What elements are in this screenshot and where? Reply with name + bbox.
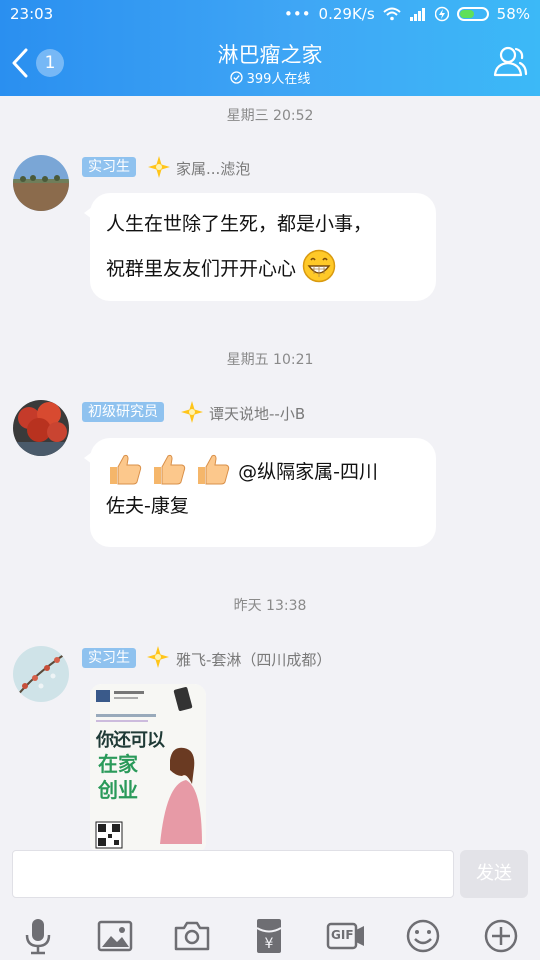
member-title-badge: 实习生 [82,648,136,668]
gif-icon[interactable]: GIF [326,916,366,956]
emoji-icon[interactable] [403,916,443,956]
avatar[interactable] [13,155,69,211]
mic-icon[interactable] [18,916,58,956]
message-text-line-2: 祝群里友友们开开心心 [106,249,420,286]
message-text: 佐夫-康复 [106,495,189,517]
sparkle-star-icon [147,646,169,668]
sender-name: 雅飞-套淋（四川成都） [176,651,332,669]
message-text: 祝群里友友们开开心心 [106,258,297,280]
message-list[interactable]: 星期三 20:52 实习生 家属...滤泡 人生在世除了生死，都是小事， 祝群里… [0,96,540,850]
status-right: ••• 0.29K/s 58% [284,5,530,23]
charging-icon [434,6,449,22]
group-members-icon[interactable] [492,44,528,78]
message-input[interactable] [12,850,454,898]
online-status: 399人在线 [0,68,540,87]
sparkle-star-icon [148,156,170,178]
timestamp: 星期五 10:21 [226,352,314,368]
member-title-badge: 实习生 [82,157,136,177]
timestamp: 昨天 13:38 [233,598,307,614]
sender-name: 谭天说地--小B [209,405,306,423]
sender-name: 家属...滤泡 [176,160,251,178]
thumbs-up-icon [198,454,230,485]
chat-header: 23:03 ••• 0.29K/s 58% 1 淋巴瘤之家 399人在线 [0,0,540,96]
thumbs-up-icon [154,454,186,485]
input-toolbar: ¥ GIF [0,916,540,956]
picture-icon[interactable] [95,916,135,956]
avatar[interactable] [13,646,69,702]
check-circle-icon [229,71,243,84]
status-bar: 23:03 ••• 0.29K/s 58% [0,0,540,30]
message-text-line-1: @纵隔家属-四川 [106,452,420,489]
message-text: 人生在世除了生死，都是小事， [106,213,373,235]
avatar[interactable] [13,400,69,456]
grin-emoji-icon [302,249,336,283]
gif-label: GIF [331,928,354,942]
input-bar: 发送 ¥ GIF [0,850,540,960]
svg-text:¥: ¥ [265,936,274,952]
timestamp: 星期三 20:52 [226,108,314,124]
image-subline: 在家 [98,752,138,776]
image-message[interactable]: 你还可以 在家 创业 [90,684,206,850]
red-packet-icon[interactable]: ¥ [249,916,289,956]
battery-icon [456,7,489,21]
message-bubble[interactable]: 人生在世除了生死，都是小事， 祝群里友友们开开心心 [84,193,436,301]
message-bubble[interactable]: @纵隔家属-四川 佐夫-康复 [84,438,436,547]
signal-icon [409,8,425,21]
plus-icon[interactable] [481,916,521,956]
network-speed: 0.29K/s [318,5,375,23]
image-subline: 创业 [98,778,138,802]
sparkle-star-icon [181,401,203,423]
more-icon: ••• [284,5,311,23]
send-button[interactable]: 发送 [460,850,528,898]
status-time: 23:03 [10,5,54,23]
thumbs-up-icon [110,454,142,485]
battery-percent: 58% [496,5,530,23]
mention-text: @纵隔家属-四川 [238,461,378,483]
member-title-badge: 初级研究员 [82,402,164,422]
wifi-icon [382,7,401,21]
camera-icon[interactable] [172,916,212,956]
online-count: 399人在线 [246,72,311,87]
group-title: 淋巴瘤之家 [217,43,323,67]
